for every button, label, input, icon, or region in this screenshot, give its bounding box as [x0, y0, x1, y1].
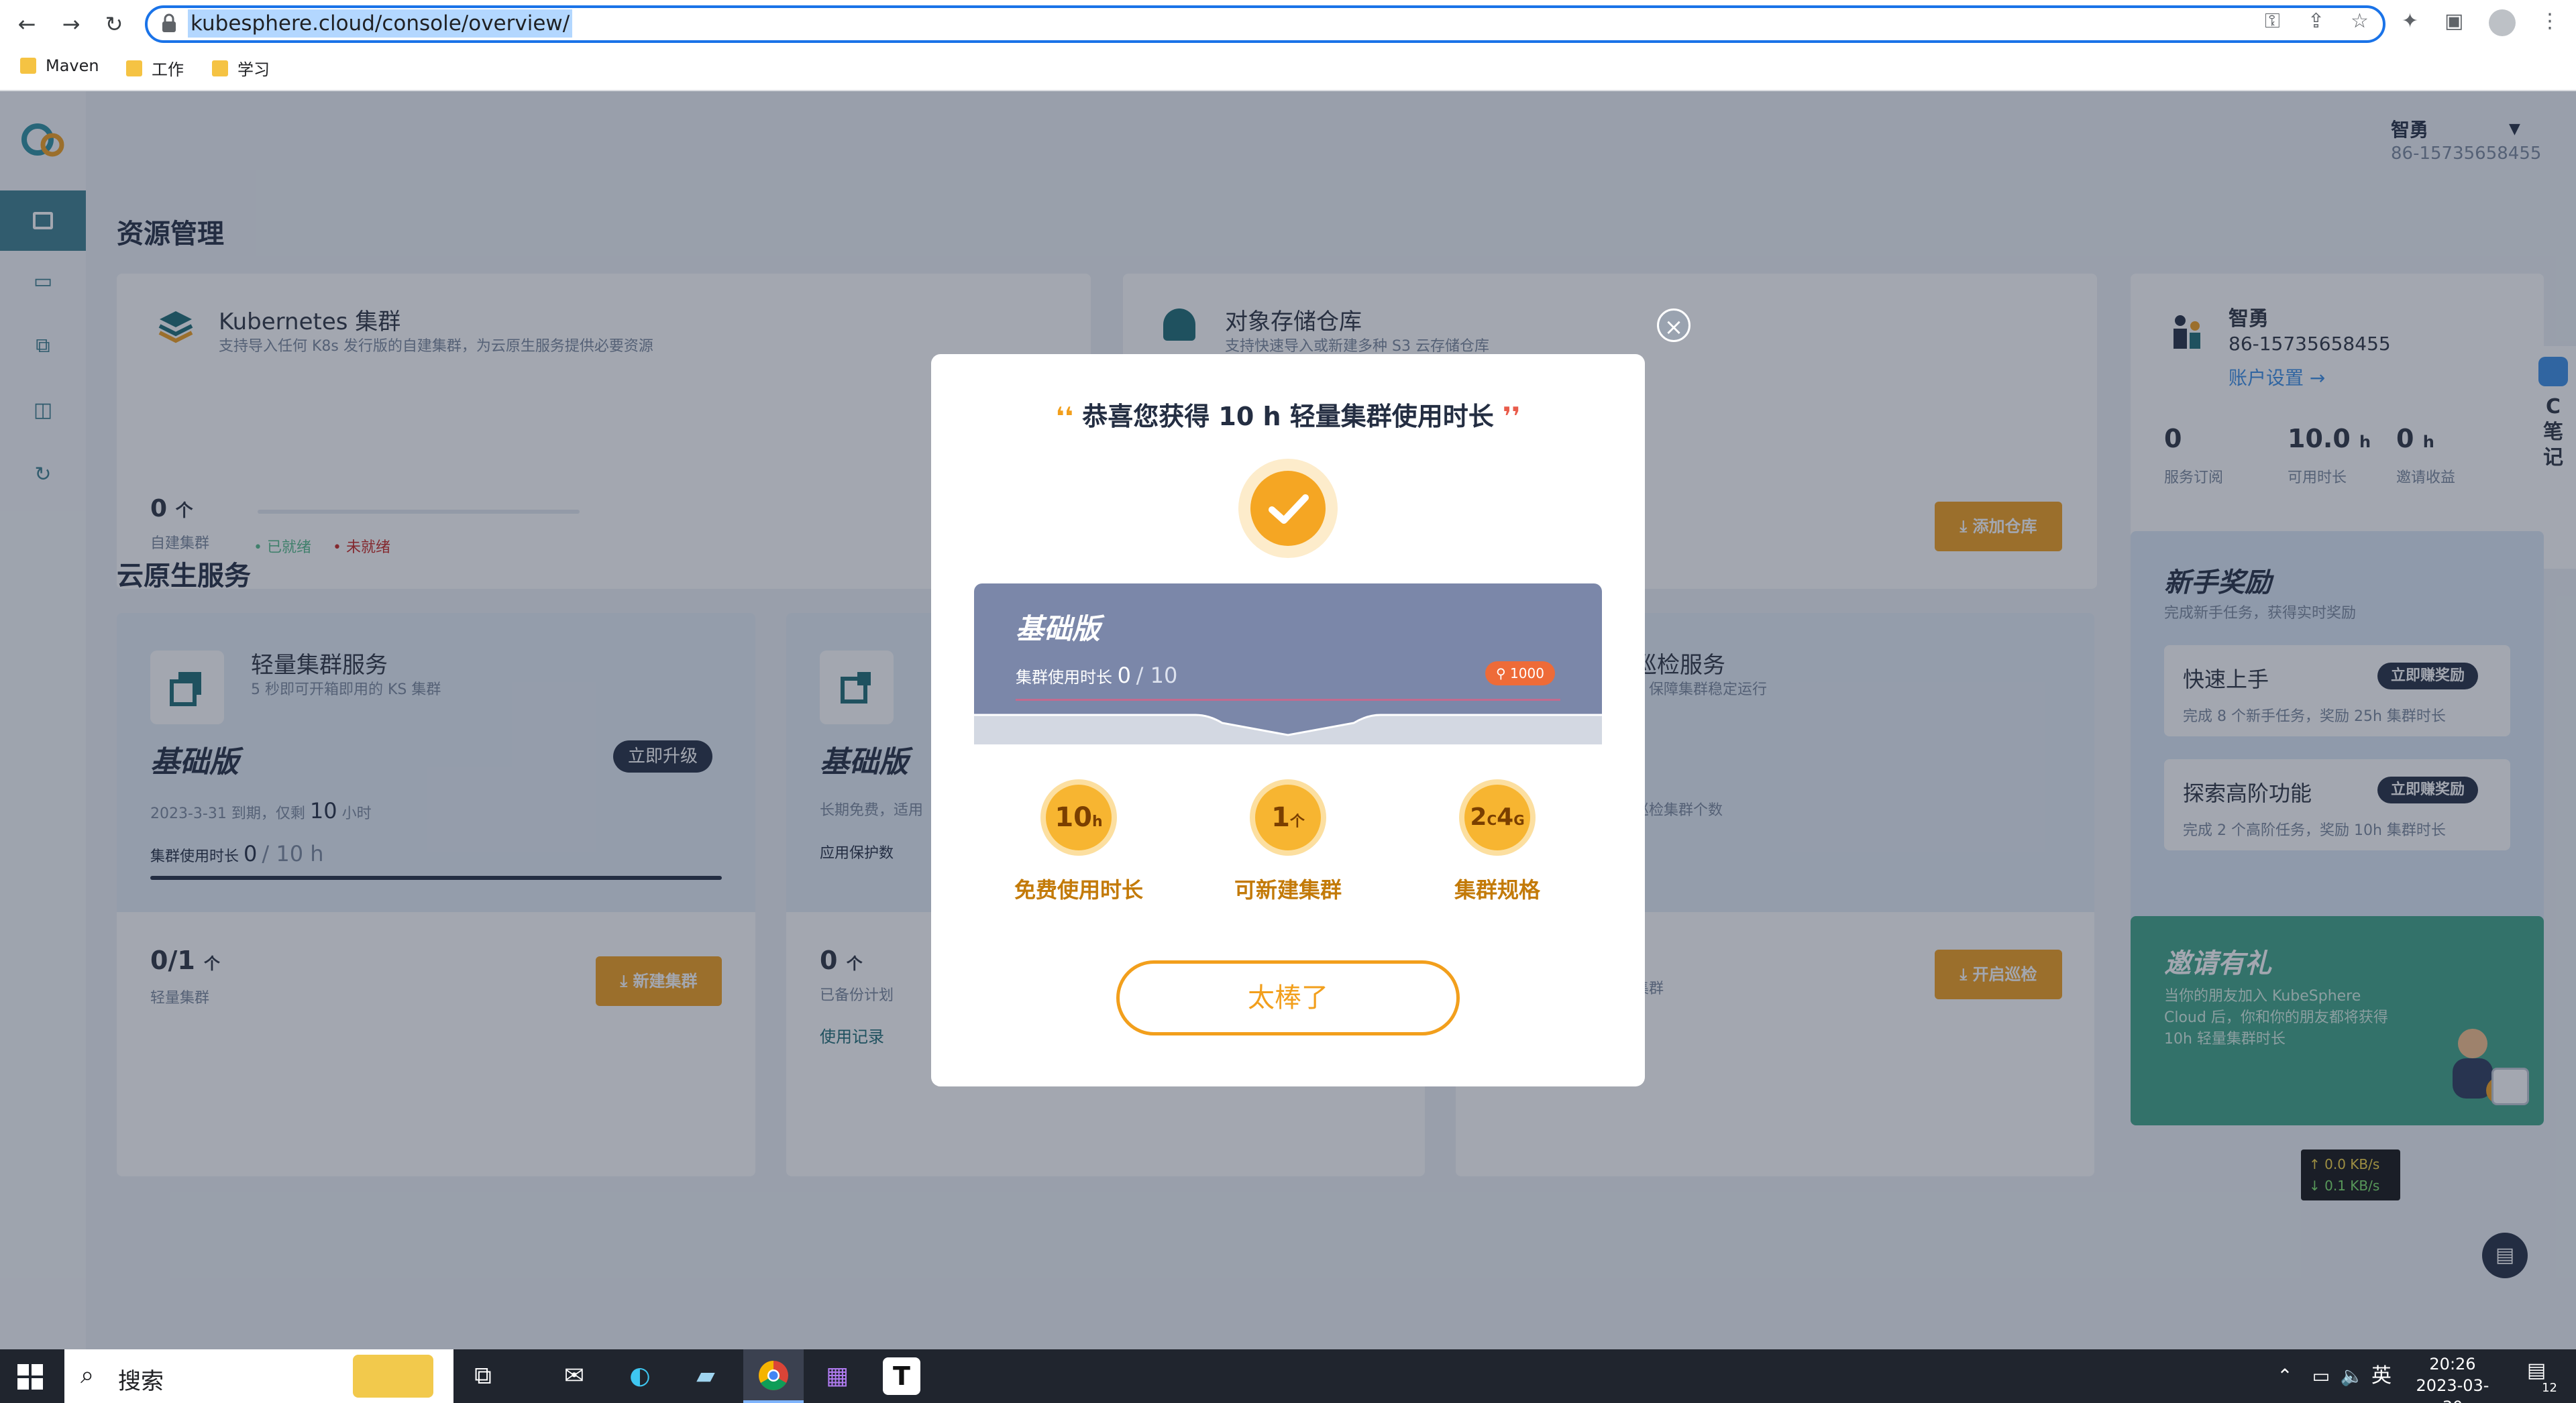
feature-unit: 个 [1289, 813, 1305, 830]
feature-label: 集群规格 [1454, 877, 1540, 903]
bookmark-study[interactable]: 学习 [212, 56, 270, 80]
feature-label: 可新建集群 [1234, 877, 1342, 903]
bookmark-work[interactable]: 工作 [126, 56, 184, 80]
sidepanel-icon[interactable]: ▣ [2445, 9, 2463, 33]
feature-value: 1 [1271, 802, 1290, 833]
banner-badge-value: 1000 [1510, 665, 1544, 681]
modal-title-text: 恭喜您获得 10 h 轻量集群使用时长 [1082, 402, 1494, 431]
task-view-icon[interactable]: ⧉ [463, 1356, 503, 1396]
feature-unit: G [1513, 812, 1525, 828]
clock-time: 20:26 [2429, 1355, 2476, 1373]
notification-icon[interactable]: ▤ 12 [2520, 1359, 2557, 1395]
bookmark-label: 工作 [152, 60, 184, 79]
chrome-taskbar-button[interactable] [743, 1349, 804, 1403]
cluster-coin-icon: 1个 [1250, 779, 1326, 856]
feature-new-cluster: 1个 可新建集群 [1208, 779, 1368, 904]
edge-icon[interactable]: ◐ [620, 1356, 660, 1396]
modal-title: ❛❛ 恭喜您获得 10 h 轻量集群使用时长 ❜❜ [931, 396, 1645, 433]
confetti-right-icon: ❜❜ [1493, 402, 1521, 431]
clock[interactable]: 20:26 2023-03-30 [2412, 1353, 2493, 1403]
ime-indicator[interactable]: 英 [2361, 1356, 2402, 1396]
folder-icon [212, 60, 228, 76]
banner-usage-label: 集群使用时长 [1016, 668, 1112, 687]
feature-unit: C [1487, 812, 1497, 828]
chrome-icon [759, 1361, 788, 1390]
reward-modal: ❛❛ 恭喜您获得 10 h 轻量集群使用时长 ❜❜ 基础版 集群使用时长 0 /… [931, 354, 1645, 1086]
tray-expand-icon[interactable]: ⌃ [2265, 1356, 2305, 1396]
taskbar-search-input[interactable]: ⌕ 搜索 [64, 1349, 453, 1403]
share-icon[interactable]: ⇪ [2308, 9, 2324, 33]
notepad-app-icon[interactable]: ▰ [686, 1356, 726, 1396]
url-text[interactable]: kubesphere.cloud/console/overview/ [188, 9, 573, 38]
confetti-left-icon: ❛❛ [1055, 402, 1083, 431]
search-highlight-image [353, 1355, 433, 1398]
clock-date: 2023-03-30 [2416, 1376, 2489, 1403]
feature-value: 2 [1470, 803, 1487, 831]
reload-icon[interactable]: ↻ [97, 7, 131, 42]
banner-progress-line [1016, 699, 1560, 701]
edition-banner: 基础版 集群使用时长 0 / 10 ⚲ 1000 [974, 583, 1602, 744]
pin-icon: ⚲ [1496, 665, 1511, 681]
taskbar: ⌕ 搜索 ⧉ ✉ ◐ ▰ ▦ T ⌃ ▭ 🔈 英 20:26 2023-03-3… [0, 1349, 2576, 1403]
search-icon: ⌕ [80, 1361, 95, 1389]
banner-badge: ⚲ 1000 [1485, 661, 1555, 685]
banner-usage: 集群使用时长 0 / 10 [1016, 663, 1177, 688]
browser-chrome: ← → ↻ kubesphere.cloud/console/overview/… [0, 0, 2576, 91]
extensions-icon[interactable]: ✦ [2402, 9, 2418, 33]
windows-start-icon[interactable] [17, 1364, 43, 1390]
hourglass-coin-icon: 10h [1040, 779, 1117, 856]
success-check-icon [1238, 459, 1338, 558]
banner-edition: 基础版 [1016, 612, 1101, 645]
mail-app-icon[interactable]: ✉ [554, 1356, 594, 1396]
forward-icon[interactable]: → [54, 7, 89, 42]
typora-icon[interactable]: T [883, 1357, 920, 1395]
banner-usage-value: 0 [1117, 663, 1131, 688]
calculator-icon[interactable]: ▦ [817, 1356, 857, 1396]
banner-wave [974, 714, 1602, 744]
feature-free-time: 10h 免费使用时长 [998, 779, 1159, 904]
feature-spec: 2C4G 集群规格 [1417, 779, 1578, 904]
search-placeholder: 搜索 [118, 1368, 164, 1395]
feature-value: 10 [1055, 802, 1092, 833]
feature-value: 4 [1497, 803, 1514, 831]
key-icon[interactable]: ⚿ [2265, 9, 2280, 33]
notification-count: 12 [2542, 1381, 2557, 1395]
lock-icon [161, 13, 177, 34]
feature-unit: h [1092, 813, 1103, 830]
confirm-button[interactable]: 太棒了 [1116, 960, 1460, 1035]
folder-icon [126, 60, 142, 76]
feature-label: 免费使用时长 [1014, 877, 1143, 903]
close-icon[interactable]: × [1657, 308, 1690, 342]
back-icon[interactable]: ← [9, 7, 44, 42]
star-icon[interactable]: ☆ [2351, 9, 2369, 33]
spec-coin-icon: 2C4G [1459, 779, 1536, 856]
bookmark-label: 学习 [237, 60, 270, 79]
folder-icon [20, 58, 36, 74]
banner-usage-total: / 10 [1136, 663, 1178, 688]
menu-icon[interactable]: ⋮ [2540, 9, 2560, 33]
bookmark-label: Maven [46, 56, 99, 75]
profile-avatar[interactable] [2489, 9, 2516, 36]
bookmark-maven[interactable]: Maven [20, 56, 99, 75]
